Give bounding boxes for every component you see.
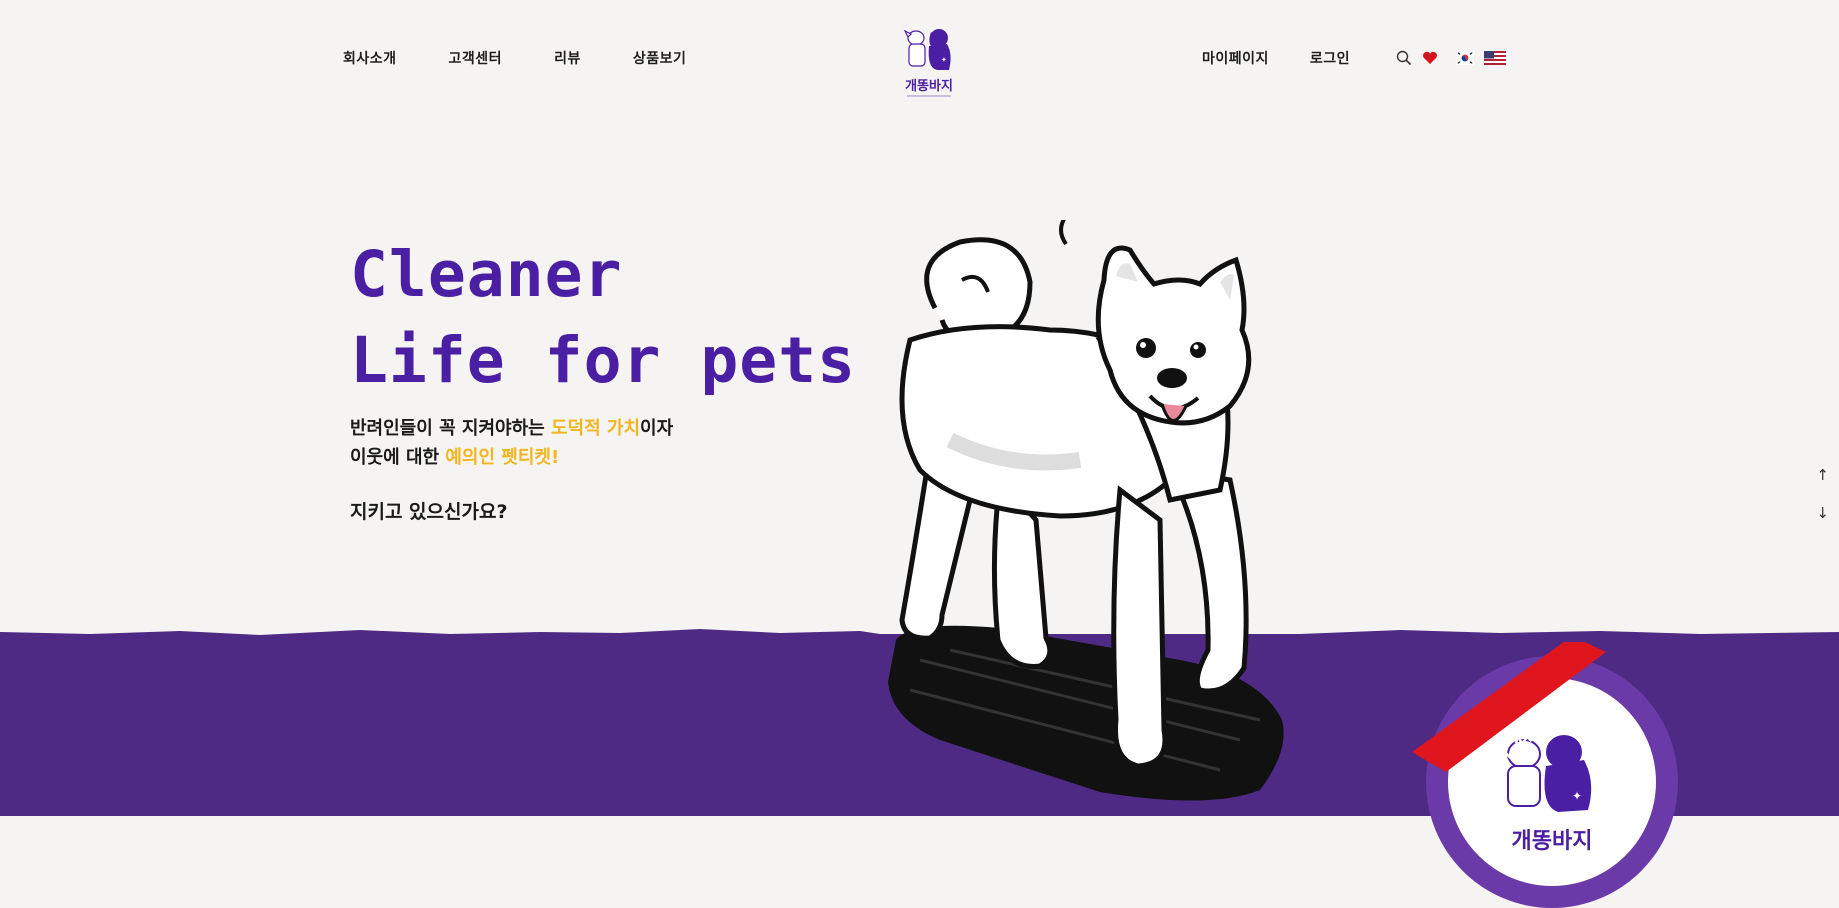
hero-copy-text: 반려인들이 꼭 지켜야하는 <box>350 418 551 439</box>
hero-copy-text: 이자 <box>640 418 674 439</box>
search-icon[interactable] <box>1396 50 1412 66</box>
hero-title: Cleaner Life for pets <box>350 232 856 404</box>
scroll-down-arrow-icon[interactable]: ↓ <box>1816 504 1829 522</box>
svg-text:✦: ✦ <box>941 56 947 64</box>
hero-copy-text: 이웃에 대한 <box>350 447 446 468</box>
highlight-petiquette: 예의인 펫티켓! <box>445 447 560 468</box>
nav-customer-center[interactable]: 고객센터 <box>449 48 503 68</box>
hero-copy-line2: 이웃에 대한 예의인 펫티켓! <box>350 443 673 472</box>
hero-title-line1: Cleaner <box>350 238 623 311</box>
user-nav: 마이페이지 로그인 <box>1202 48 1507 68</box>
hero-copy-line1: 반려인들이 꼭 지켜야하는 도덕적 가치이자 <box>350 414 673 443</box>
login-link[interactable]: 로그인 <box>1310 48 1350 68</box>
hero-question: 지키고 있으신가요? <box>350 501 508 523</box>
heart-icon[interactable] <box>1422 51 1438 65</box>
scroll-up-arrow-icon[interactable]: ↑ <box>1816 466 1829 484</box>
landing-page: 회사소개 고객센터 리뷰 상품보기 ✦ 개똥바지 마이페이지 로그인 Clean… <box>0 0 1839 908</box>
nav-company[interactable]: 회사소개 <box>343 48 397 68</box>
first-launch-badge: ✦ 개똥바지 <box>1412 642 1678 908</box>
hero-title-line2: Life for pets <box>350 324 857 397</box>
dog-illustration <box>888 220 1284 801</box>
hero-copy: 반려인들이 꼭 지켜야하는 도덕적 가치이자 이웃에 대한 예의인 펫티켓! <box>350 414 673 472</box>
logo-text: 개똥바지 <box>905 78 953 94</box>
brand-logo[interactable]: ✦ 개똥바지 <box>889 24 969 108</box>
nav-icons <box>1396 50 1507 66</box>
us-flag-icon[interactable] <box>1484 51 1507 65</box>
nav-products[interactable]: 상품보기 <box>633 48 687 68</box>
svg-text:✦: ✦ <box>1572 789 1582 803</box>
badge-brand-text: 개똥바지 <box>1512 829 1593 854</box>
main-nav: 회사소개 고객센터 리뷰 상품보기 <box>343 48 738 68</box>
highlight-moral-value: 도덕적 가치 <box>550 418 641 439</box>
scroll-controls: ↑ ↓ <box>1816 466 1829 522</box>
nav-review[interactable]: 리뷰 <box>554 48 581 68</box>
mypage-link[interactable]: 마이페이지 <box>1202 48 1269 68</box>
korean-flag-icon[interactable] <box>1456 51 1475 65</box>
